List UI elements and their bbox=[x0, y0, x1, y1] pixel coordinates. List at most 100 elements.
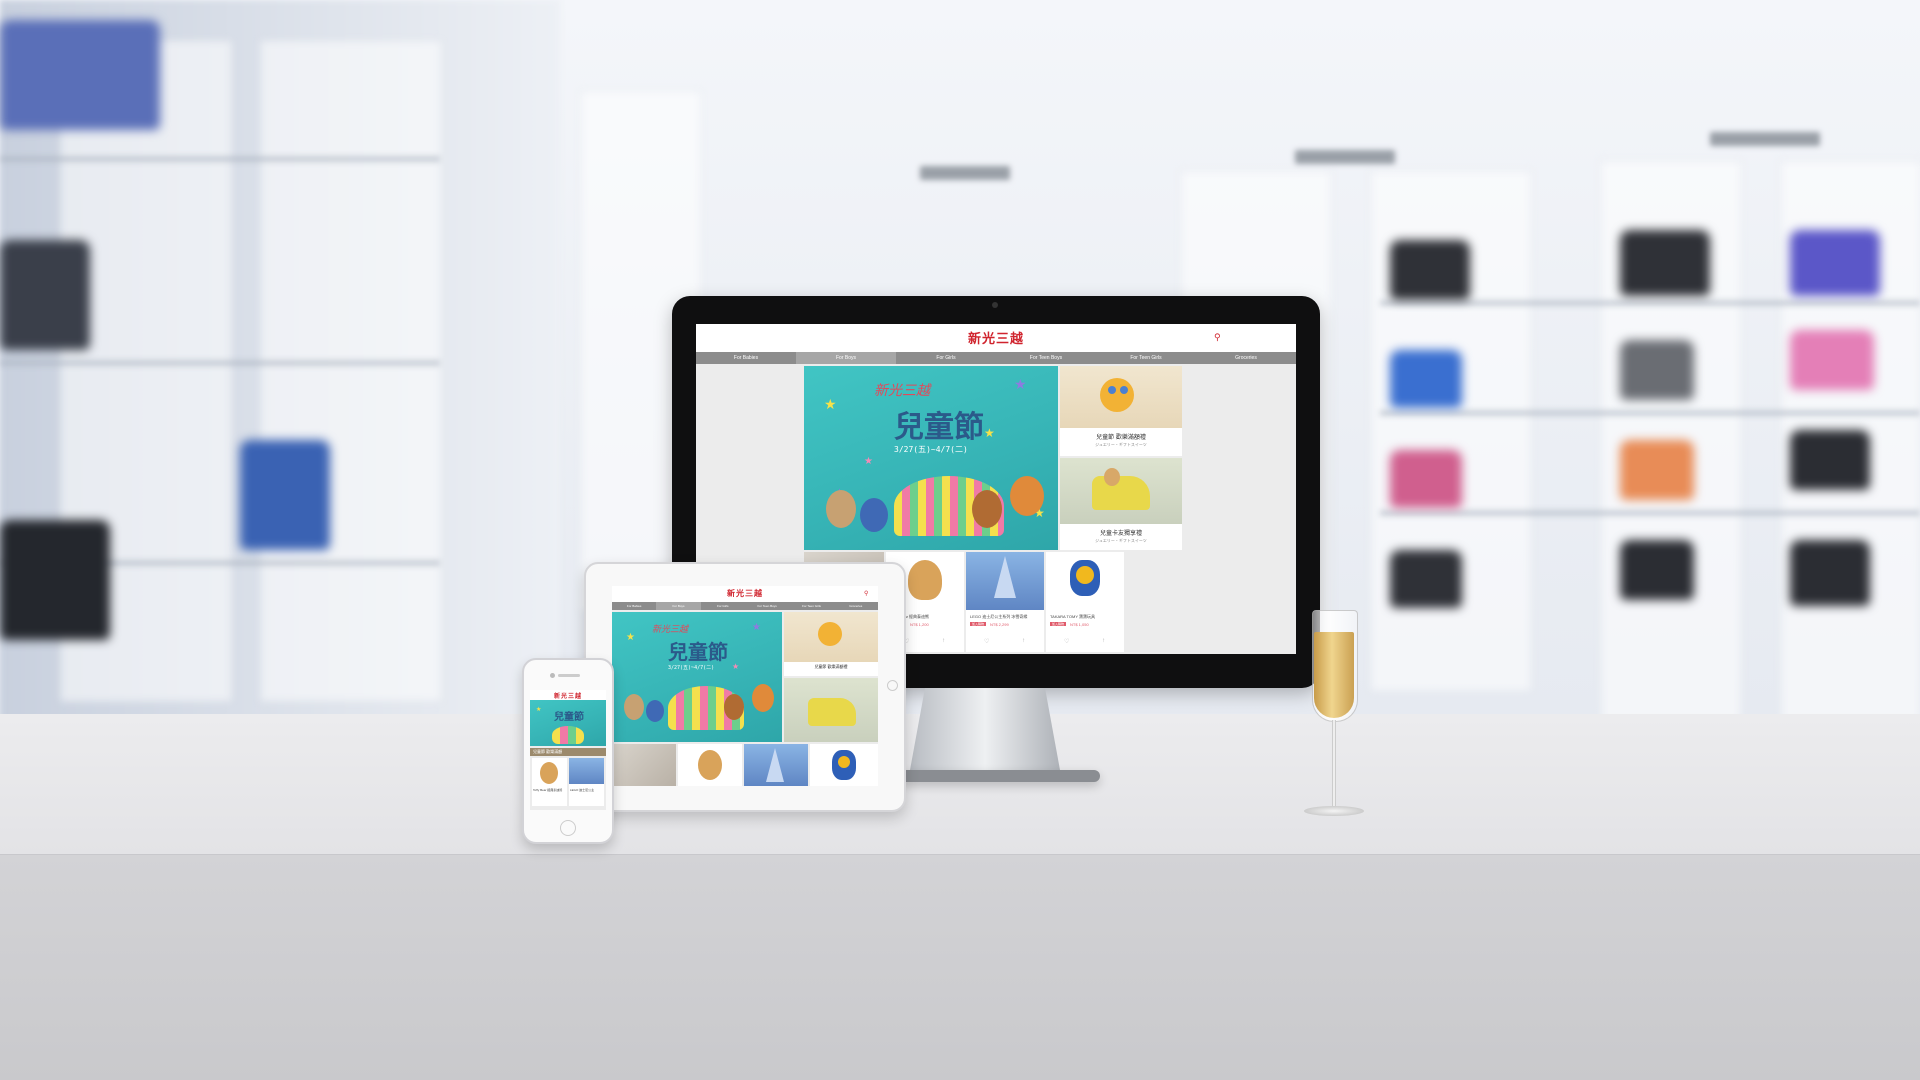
share-icon[interactable]: ↑ bbox=[942, 638, 945, 644]
product-card[interactable] bbox=[678, 744, 742, 786]
toy-image bbox=[818, 622, 842, 646]
star-icon: ★ bbox=[984, 426, 995, 440]
search-icon[interactable]: ⚲ bbox=[1214, 332, 1221, 343]
handbag bbox=[1390, 550, 1462, 608]
nav-item[interactable]: For Babies bbox=[696, 352, 796, 364]
main-nav: For Babies For Boys For Girls For Teen B… bbox=[696, 352, 1296, 364]
product-name: Toffy Bear 經典泰迪熊 bbox=[533, 788, 563, 792]
bear-illustration bbox=[826, 490, 856, 528]
toy-car-image bbox=[808, 698, 856, 726]
earpiece bbox=[558, 674, 580, 677]
handbag bbox=[240, 440, 330, 550]
glass-stem bbox=[1332, 720, 1336, 808]
handbag bbox=[1390, 350, 1462, 408]
brand-logo[interactable]: 新光三越 bbox=[546, 691, 590, 700]
banner-title: 兒童節 bbox=[894, 410, 984, 445]
bear-illustration bbox=[646, 700, 664, 722]
promo-caption: 兒童卡友獨享禮 bbox=[1099, 531, 1142, 537]
promo-tile[interactable]: 兒童卡友獨享禮 ジュエリー・ギフトスイーツ bbox=[1060, 458, 1182, 550]
heart-icon[interactable]: ♡ bbox=[984, 638, 989, 645]
toy-detail bbox=[1108, 386, 1116, 394]
banner-title: 兒童節 bbox=[554, 712, 584, 723]
add-to-cart-badge[interactable]: 加入購物 bbox=[1050, 622, 1067, 626]
heart-icon[interactable]: ♡ bbox=[1064, 638, 1069, 645]
nav-item[interactable]: For Teen Boys bbox=[745, 602, 789, 610]
nav-item[interactable]: For Babies bbox=[612, 602, 656, 610]
brand-logo[interactable]: 新光三越 bbox=[966, 328, 1026, 347]
star-icon: ★ bbox=[626, 632, 635, 643]
home-button-icon[interactable] bbox=[887, 680, 898, 691]
nav-item[interactable]: Groceries bbox=[1196, 352, 1296, 364]
handbag bbox=[1620, 340, 1694, 400]
search-icon[interactable]: ⚲ bbox=[864, 590, 868, 597]
nav-item[interactable]: Groceries bbox=[834, 602, 878, 610]
shelf bbox=[0, 156, 440, 162]
nav-item[interactable]: For Girls bbox=[701, 602, 745, 610]
product-card[interactable]: Toffy Bear 經典泰迪熊 bbox=[532, 758, 567, 806]
ceiling-light bbox=[1295, 150, 1395, 164]
bear-illustration bbox=[724, 694, 744, 720]
banner-dates: 3/27(五)~4/7(二) bbox=[668, 665, 715, 671]
promo-tile[interactable] bbox=[784, 678, 878, 742]
handbag bbox=[1790, 540, 1870, 606]
nav-item-active[interactable]: For Boys bbox=[796, 352, 896, 364]
product-card[interactable]: LEGO 迪士尼公主系列 冰雪奇緣 加入購物 NT$ 2,299 ♡ ↑ bbox=[966, 552, 1044, 652]
shelf-column bbox=[260, 40, 442, 702]
handbag bbox=[1390, 450, 1462, 508]
product-name: LEGO 迪士尼公主 bbox=[570, 788, 595, 792]
teddy-bear-image bbox=[908, 560, 942, 600]
teddy-bear-image bbox=[698, 750, 722, 780]
nav-item-active[interactable]: For Boys bbox=[656, 602, 701, 610]
product-card[interactable] bbox=[810, 744, 878, 786]
nav-item[interactable]: For Teen Girls bbox=[1096, 352, 1196, 364]
childrens-day-banner[interactable]: ★ 兒童節 bbox=[530, 700, 606, 746]
product-card[interactable]: TAKARA TOMY 寶寶玩具 加入購物 NT$ 1,050 ♡ ↑ bbox=[1046, 552, 1124, 652]
promo-image bbox=[1060, 366, 1182, 428]
promo-subcaption: ジュエリー・ギフトスイーツ bbox=[1095, 538, 1147, 543]
bird-illustration bbox=[752, 684, 774, 712]
handbag bbox=[1790, 430, 1870, 490]
promo-tile[interactable]: 兒童節 歡樂滿額禮 bbox=[784, 612, 878, 676]
nav-item[interactable]: For Teen Boys bbox=[996, 352, 1096, 364]
lego-castle-image bbox=[569, 758, 604, 784]
childrens-day-banner[interactable]: ★ ★ ★ 新光三越 兒童節 3/27(五)~4/7(二) bbox=[612, 612, 782, 742]
promo-tile[interactable]: 兒童節 歡樂滿額禮 ジュエリー・ギフトスイーツ bbox=[1060, 366, 1182, 456]
product-name: TAKARA TOMY 寶寶玩具 bbox=[1050, 614, 1096, 619]
handbag bbox=[1390, 240, 1470, 300]
handbag bbox=[0, 20, 160, 130]
shelf bbox=[1380, 300, 1920, 306]
product-price: NT$ 1,050 bbox=[1070, 622, 1089, 627]
phone-device: 新光三越 ★ 兒童節 兒童節 歡樂滿額 Toffy Bear 經典泰迪熊 LEG… bbox=[522, 658, 614, 844]
brand-logo[interactable]: 新光三越 bbox=[718, 588, 772, 599]
product-price: NT$ 1,200 bbox=[910, 622, 929, 627]
product-card[interactable]: LEGO 迪士尼公主 bbox=[569, 758, 604, 806]
glass-foot bbox=[1304, 806, 1364, 816]
childrens-day-banner[interactable]: ★ ★ ★ ★ ★ ★ 新光三越 兒童節 3/27(五)~4/7(二) bbox=[804, 366, 1058, 550]
handbag bbox=[0, 240, 90, 350]
star-icon: ★ bbox=[824, 396, 837, 412]
shelf bbox=[1380, 410, 1920, 416]
nav-item[interactable]: For Girls bbox=[896, 352, 996, 364]
handbag bbox=[1790, 230, 1880, 296]
add-to-cart-badge[interactable]: 加入購物 bbox=[970, 622, 987, 626]
bear-illustration bbox=[624, 694, 644, 720]
product-card[interactable] bbox=[744, 744, 808, 786]
nav-item[interactable]: For Teen Girls bbox=[789, 602, 833, 610]
webcam bbox=[992, 302, 998, 308]
share-icon[interactable]: ↑ bbox=[1022, 638, 1025, 644]
bird-illustration bbox=[1010, 476, 1044, 516]
star-icon: ★ bbox=[752, 622, 761, 633]
share-icon[interactable]: ↑ bbox=[1102, 638, 1105, 644]
banner-subtitle: 新光三越 bbox=[652, 625, 689, 635]
home-button-icon[interactable] bbox=[560, 820, 576, 836]
product-card[interactable] bbox=[612, 744, 676, 786]
star-icon: ★ bbox=[732, 662, 740, 671]
toy-image bbox=[1100, 378, 1134, 412]
toy-drum-face bbox=[838, 756, 850, 768]
promo-image bbox=[784, 678, 878, 742]
ceiling-light bbox=[920, 166, 1010, 180]
handbag bbox=[0, 520, 110, 640]
handbag bbox=[1790, 330, 1874, 390]
front-camera bbox=[550, 673, 555, 678]
main-nav: For Babies For Boys For Girls For Teen B… bbox=[612, 602, 878, 610]
